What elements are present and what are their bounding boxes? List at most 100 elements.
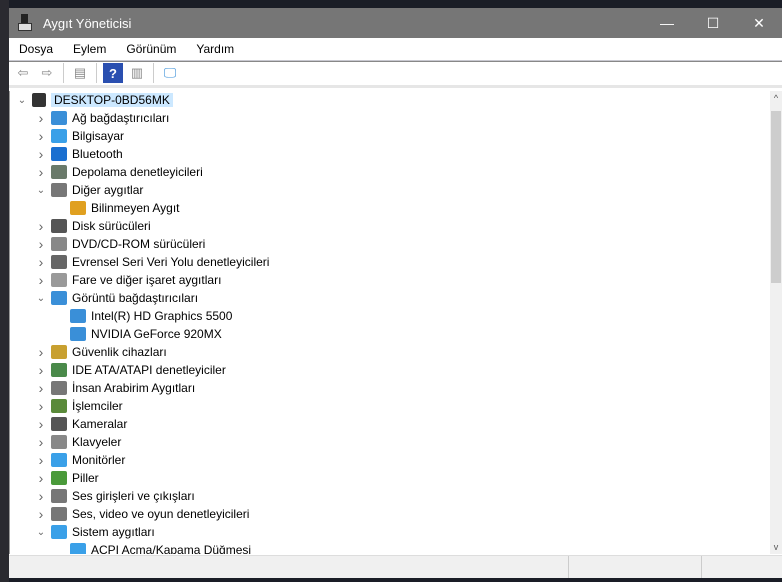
device-category-icon <box>51 129 67 143</box>
help-icon[interactable]: ? <box>103 63 123 83</box>
tree-item[interactable]: ⌄ Görüntü bağdaştırıcıları <box>10 289 770 307</box>
tree-item-label: Görüntü bağdaştırıcıları <box>72 291 199 305</box>
expand-arrow-icon[interactable]: › <box>35 488 47 504</box>
expand-arrow-icon[interactable]: › <box>35 380 47 396</box>
tree-item[interactable]: › Fare ve diğer işaret aygıtları <box>10 271 770 289</box>
device-category-icon <box>51 165 67 179</box>
tree-item[interactable]: › Güvenlik cihazları <box>10 343 770 361</box>
device-manager-icon <box>17 14 33 32</box>
device-category-icon <box>51 291 67 305</box>
scroll-up-icon[interactable]: ^ <box>770 93 782 103</box>
collapse-arrow-icon[interactable]: ⌄ <box>35 293 47 304</box>
tree-item[interactable]: › Depolama denetleyicileri <box>10 163 770 181</box>
tree-item[interactable]: › Ağ bağdaştırıcıları <box>10 109 770 127</box>
expand-arrow-icon[interactable]: › <box>35 416 47 432</box>
scroll-thumb[interactable] <box>771 111 781 283</box>
expand-arrow-icon[interactable]: › <box>35 452 47 468</box>
device-category-icon <box>51 183 67 197</box>
tree-item[interactable]: › Ses girişleri ve çıkışları <box>10 487 770 505</box>
device-category-icon <box>51 147 67 161</box>
expand-arrow-icon[interactable]: › <box>35 344 47 360</box>
close-button[interactable]: ✕ <box>736 8 782 38</box>
expand-arrow-icon[interactable]: › <box>35 470 47 486</box>
expand-arrow-icon[interactable]: › <box>35 218 47 234</box>
tree-item[interactable]: › Bilgisayar <box>10 127 770 145</box>
device-category-icon <box>51 381 67 395</box>
maximize-button[interactable]: ☐ <box>690 8 736 38</box>
tree-item[interactable]: › Piller <box>10 469 770 487</box>
device-category-icon <box>51 219 67 233</box>
expand-arrow-icon[interactable]: › <box>35 128 47 144</box>
tree-item-label: Ses, video ve oyun denetleyicileri <box>72 507 250 521</box>
menu-yardım[interactable]: Yardım <box>186 42 244 56</box>
expand-arrow-icon[interactable]: › <box>35 398 47 414</box>
tree-item[interactable]: › Bluetooth <box>10 145 770 163</box>
menu-eylem[interactable]: Eylem <box>63 42 116 56</box>
scan-hardware-icon[interactable]: 🖵 <box>160 63 180 83</box>
expand-arrow-icon[interactable]: › <box>35 236 47 252</box>
device-category-icon <box>70 309 86 323</box>
tree-item[interactable]: › İşlemciler <box>10 397 770 415</box>
device-category-icon <box>70 201 86 215</box>
properties-icon[interactable]: ▤ <box>70 63 90 83</box>
toolbar: ⇦ ⇨ ▤? ▥ 🖵 <box>9 61 782 88</box>
expand-arrow-icon[interactable]: › <box>35 506 47 522</box>
menu-görünüm[interactable]: Görünüm <box>116 42 186 56</box>
expand-arrow-icon[interactable]: › <box>35 164 47 180</box>
device-manager-window: Aygıt Yöneticisi — ☐ ✕ Dosya Eylem Görünüm… <box>9 8 782 578</box>
device-category-icon <box>51 471 67 485</box>
tree-item[interactable]: › Monitörler <box>10 451 770 469</box>
tree-item-label: İşlemciler <box>72 399 123 413</box>
tree-item[interactable]: ⌄ Sistem aygıtları <box>10 523 770 541</box>
tree-item-label: Ağ bağdaştırıcıları <box>72 111 170 125</box>
tree-item[interactable]: › İnsan Arabirim Aygıtları <box>10 379 770 397</box>
expand-arrow-icon[interactable]: › <box>35 362 47 378</box>
tree-item[interactable]: › Evrensel Seri Veri Yolu denetleyicileri <box>10 253 770 271</box>
tree-item[interactable]: › Ses, video ve oyun denetleyicileri <box>10 505 770 523</box>
scroll-down-icon[interactable]: v <box>770 542 782 552</box>
tree-item-label: ACPI Açma/Kapama Düğmesi <box>91 543 252 554</box>
back-icon[interactable]: ⇦ <box>13 63 33 83</box>
minimize-button[interactable]: — <box>644 8 690 38</box>
device-category-icon <box>51 363 67 377</box>
tree-item-label: Güvenlik cihazları <box>72 345 167 359</box>
window-title: Aygıt Yöneticisi <box>43 15 132 31</box>
tree-item-label: Kameralar <box>72 417 128 431</box>
tree-item-label: Diğer aygıtlar <box>72 183 144 197</box>
tree-item-label: Klavyeler <box>72 435 122 449</box>
tree-item[interactable]: › IDE ATA/ATAPI denetleyiciler <box>10 361 770 379</box>
device-category-icon <box>51 489 67 503</box>
status-pane-2 <box>569 556 702 578</box>
collapse-arrow-icon[interactable]: ⌄ <box>35 527 47 538</box>
title-bar[interactable]: Aygıt Yöneticisi — ☐ ✕ <box>9 8 782 38</box>
menu-dosya[interactable]: Dosya <box>9 42 63 56</box>
tree-item[interactable]: ⌄ Diğer aygıtlar <box>10 181 770 199</box>
vertical-scrollbar[interactable]: ^ v <box>770 91 782 554</box>
forward-icon[interactable]: ⇨ <box>37 63 57 83</box>
tree-item-label: Monitörler <box>72 453 126 467</box>
tree-item[interactable]: Intel(R) HD Graphics 5500 <box>10 307 770 325</box>
tree-item[interactable]: › Disk sürücüleri <box>10 217 770 235</box>
device-category-icon <box>70 543 86 554</box>
tree-item[interactable]: ACPI Açma/Kapama Düğmesi <box>10 541 770 554</box>
collapse-arrow-icon[interactable]: ⌄ <box>35 185 47 196</box>
tree-item[interactable]: NVIDIA GeForce 920MX <box>10 325 770 343</box>
tree-item[interactable]: Bilinmeyen Aygıt <box>10 199 770 217</box>
tree-item[interactable]: › Klavyeler <box>10 433 770 451</box>
device-tree[interactable]: ⌄ DESKTOP-0BD56MK › Ağ bağdaştırıcıları › B… <box>9 91 770 554</box>
expand-arrow-icon[interactable]: › <box>35 110 47 126</box>
device-category-icon <box>51 237 67 251</box>
device-category-icon <box>51 525 67 539</box>
tree-item-label: Depolama denetleyicileri <box>72 165 203 179</box>
expand-arrow-icon[interactable]: › <box>35 272 47 288</box>
tree-item-label: Bluetooth <box>72 147 123 161</box>
tree-item[interactable]: › DVD/CD-ROM sürücüleri <box>10 235 770 253</box>
expand-arrow-icon[interactable]: › <box>35 254 47 270</box>
expand-arrow-icon[interactable]: › <box>35 434 47 450</box>
expand-arrow-icon[interactable]: › <box>35 146 47 162</box>
tree-item-label: Sistem aygıtları <box>72 525 155 539</box>
collapse-arrow-icon[interactable]: ⌄ <box>16 95 28 106</box>
update-driver-icon[interactable]: ▥ <box>127 63 147 83</box>
tree-root[interactable]: ⌄ DESKTOP-0BD56MK <box>10 91 770 109</box>
tree-item[interactable]: › Kameralar <box>10 415 770 433</box>
